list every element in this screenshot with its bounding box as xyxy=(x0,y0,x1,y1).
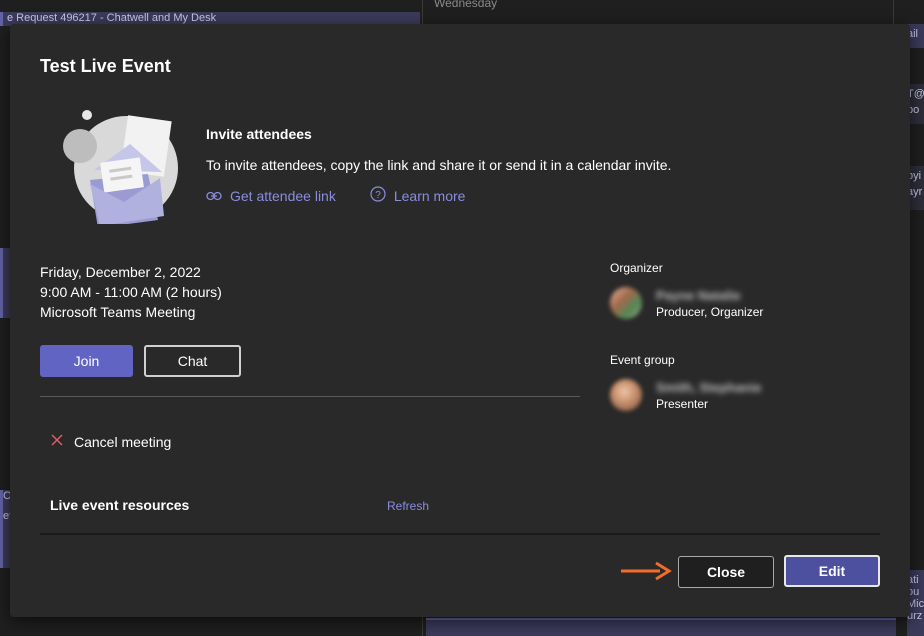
invite-description: To invite attendees, copy the link and s… xyxy=(206,157,672,173)
avatar xyxy=(610,287,642,319)
link-icon xyxy=(206,188,222,204)
event-details-dialog: Test Live Event Invite attendees To invi… xyxy=(10,24,910,617)
invite-heading: Invite attendees xyxy=(206,126,312,142)
close-button[interactable]: Close xyxy=(678,556,774,588)
event-group-section: Event group Smith, Stephanie Presenter xyxy=(610,353,761,411)
event-type: Microsoft Teams Meeting xyxy=(40,304,196,320)
presenter-role: Presenter xyxy=(656,396,709,411)
footer-divider xyxy=(40,533,880,535)
event-group-heading: Event group xyxy=(610,353,675,367)
arrow-right-icon xyxy=(620,560,672,587)
organizer-role: Producer, Organizer xyxy=(656,304,764,319)
learn-more-link[interactable]: ? Learn more xyxy=(370,186,466,205)
action-buttons: Join Chat xyxy=(40,345,241,377)
event-time: 9:00 AM - 11:00 AM (2 hours) xyxy=(40,284,222,300)
organizer-section: Organizer Payne Natalie Producer, Organi… xyxy=(610,261,763,319)
live-event-resources-heading: Live event resources xyxy=(50,497,190,513)
event-details: Friday, December 2, 2022 9:00 AM - 11:00… xyxy=(40,262,222,322)
presenter-name: Smith, Stephanie xyxy=(656,379,762,395)
chat-button[interactable]: Chat xyxy=(144,345,241,377)
cancel-meeting-button[interactable]: Cancel meeting xyxy=(50,433,171,450)
cancel-meeting-label: Cancel meeting xyxy=(74,433,172,450)
presenter-person[interactable]: Smith, Stephanie Presenter xyxy=(610,379,761,411)
get-attendee-link[interactable]: Get attendee link xyxy=(206,188,336,204)
get-attendee-link-label: Get attendee link xyxy=(230,187,336,204)
avatar xyxy=(610,379,642,411)
day-header: Wednesday xyxy=(434,0,498,10)
organizer-name: Payne Natalie xyxy=(656,287,741,303)
svg-text:?: ? xyxy=(375,190,381,201)
calendar-event[interactable] xyxy=(0,248,10,318)
close-icon xyxy=(50,433,64,450)
refresh-link[interactable]: Refresh xyxy=(387,499,429,513)
dialog-title: Test Live Event xyxy=(40,56,171,76)
help-icon: ? xyxy=(370,186,386,205)
calendar-event[interactable] xyxy=(426,618,896,636)
organizer-person[interactable]: Payne Natalie Producer, Organizer xyxy=(610,287,763,319)
event-date: Friday, December 2, 2022 xyxy=(40,264,201,280)
edit-button[interactable]: Edit xyxy=(784,555,880,587)
section-divider xyxy=(40,396,580,397)
join-button[interactable]: Join xyxy=(40,345,133,377)
organizer-heading: Organizer xyxy=(610,261,663,275)
event-text: e Request 496217 - Chatwell and My Desk xyxy=(7,12,217,24)
learn-more-label: Learn more xyxy=(393,187,466,204)
invite-illustration xyxy=(58,104,188,228)
invite-section: Invite attendees To invite attendees, co… xyxy=(206,126,671,205)
